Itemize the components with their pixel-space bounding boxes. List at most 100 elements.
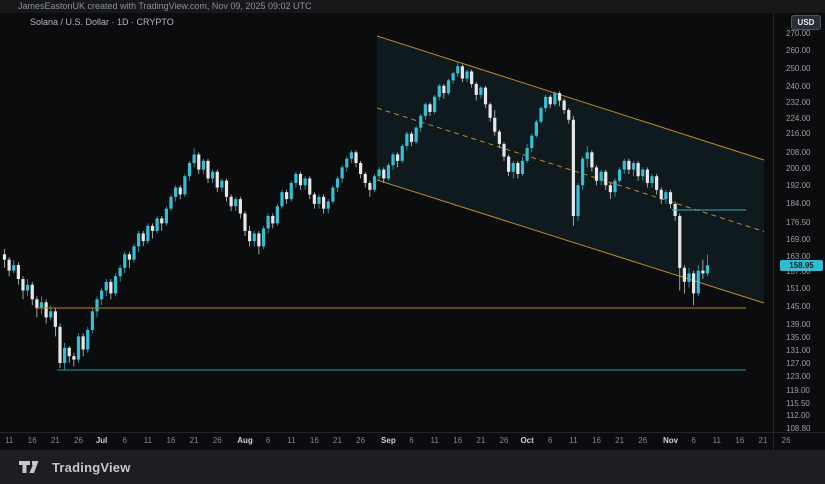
time-axis-label: 6: [266, 436, 270, 445]
candle-body: [373, 176, 376, 190]
candle-body: [160, 218, 163, 223]
candle-body: [678, 216, 681, 268]
price-axis-label: 163.00: [786, 252, 810, 261]
time-axis-label: 21: [333, 436, 342, 445]
candle-body: [105, 282, 108, 291]
candle-body: [248, 231, 251, 241]
candle-body: [230, 197, 233, 206]
price-axis-label: 260.00: [786, 46, 810, 55]
time-axis-label: 26: [638, 436, 647, 445]
price-axis-separator: [773, 13, 774, 450]
candle-body: [109, 282, 112, 294]
price-axis-label: 123.00: [786, 372, 810, 381]
currency-badge[interactable]: USD: [791, 15, 821, 30]
candle-body: [396, 154, 399, 160]
candle-body: [637, 163, 640, 176]
candle-body: [590, 152, 593, 167]
candle-body: [188, 163, 191, 176]
candle-body: [220, 181, 223, 188]
time-axis-label: Jul: [96, 436, 108, 445]
price-axis-label: 240.00: [786, 82, 810, 91]
candle-body: [336, 178, 339, 187]
candle-body: [378, 170, 381, 177]
candle-body: [512, 163, 515, 172]
candle-body: [489, 104, 492, 117]
time-axis-label: 21: [190, 436, 199, 445]
candle-body: [359, 163, 362, 174]
candle-body: [239, 199, 242, 213]
time-axis-label: 26: [356, 436, 365, 445]
candle-body: [54, 311, 57, 327]
price-axis-label: 232.00: [786, 98, 810, 107]
time-axis-separator: [0, 432, 825, 433]
candle-body: [539, 108, 542, 122]
price-axis-label: 208.00: [786, 148, 810, 157]
footer-bar: TradingView: [0, 450, 825, 484]
candle-body: [697, 271, 700, 294]
candle-body: [156, 218, 159, 230]
candle-body: [627, 161, 630, 170]
candle-body: [419, 116, 422, 128]
time-axis-label: 6: [691, 436, 695, 445]
tradingview-brand-link[interactable]: TradingView: [52, 460, 131, 475]
candle-body: [586, 152, 589, 158]
candle-body: [405, 134, 408, 146]
price-axis-label: 169.00: [786, 235, 810, 244]
price-axis-label: 115.50: [786, 399, 810, 408]
candle-body: [479, 88, 482, 95]
candle-body: [387, 165, 390, 178]
candle-body: [470, 71, 473, 83]
candle-body: [193, 154, 196, 163]
candle-body: [600, 172, 603, 181]
candle-body: [692, 273, 695, 293]
trend-channel[interactable]: [377, 36, 764, 303]
candle-body: [368, 183, 371, 190]
candle-body: [100, 291, 103, 300]
price-axis-label: 145.00: [786, 302, 810, 311]
candle-body: [267, 216, 270, 228]
candle-body: [354, 152, 357, 163]
candle-body: [609, 185, 612, 192]
candle-body: [558, 93, 561, 100]
candle-body: [331, 188, 334, 202]
candle-body: [308, 178, 311, 194]
price-chart[interactable]: [0, 0, 825, 484]
candle-body: [498, 132, 501, 144]
price-axis-label: 176.50: [786, 218, 810, 227]
candle-body: [146, 226, 149, 241]
price-axis-label: 131.00: [786, 346, 810, 355]
candle-body: [119, 268, 122, 276]
time-axis-label: 26: [213, 436, 222, 445]
time-axis-label: 26: [500, 436, 509, 445]
candle-body: [623, 161, 626, 170]
candle-body: [364, 174, 367, 183]
candle-body: [58, 327, 61, 363]
price-axis-label: 216.00: [786, 129, 810, 138]
tradingview-logo-icon[interactable]: [18, 459, 44, 475]
price-axis-label: 200.00: [786, 164, 810, 173]
candle-body: [95, 299, 98, 311]
candle-body: [142, 233, 145, 241]
time-axis-label: 21: [51, 436, 60, 445]
candle-body: [317, 197, 320, 204]
candle-body: [77, 336, 80, 359]
candle-body: [391, 154, 394, 165]
candle-body: [687, 273, 690, 281]
candle-body: [285, 192, 288, 199]
candle-body: [197, 154, 200, 169]
candle-body: [313, 194, 316, 203]
candle-body: [68, 348, 71, 356]
candle-body: [137, 233, 140, 246]
candle-body: [243, 214, 246, 231]
candle-body: [86, 330, 89, 350]
candle-body: [521, 161, 524, 174]
candle-body: [641, 170, 644, 177]
time-axis-label: Oct: [520, 436, 533, 445]
candle-body: [484, 88, 487, 105]
candle-body: [341, 167, 344, 178]
candle-body: [664, 192, 667, 199]
candle-body: [280, 192, 283, 206]
candle-body: [576, 185, 579, 216]
candle-body: [424, 104, 427, 116]
price-axis-label: 135.00: [786, 333, 810, 342]
